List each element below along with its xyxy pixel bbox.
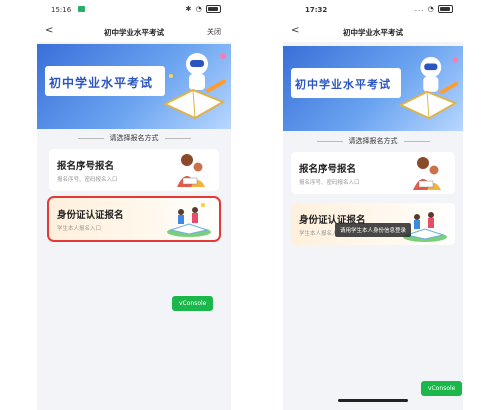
children-reading-icon <box>167 203 211 237</box>
option-subtitle: 学生本人报名入口 <box>57 226 102 232</box>
option-card-serial[interactable]: 报名序号报名 报名序号、密码报名入口 <box>49 149 219 191</box>
wifi-icon: ◔ <box>195 5 203 13</box>
option-title: 报名序号报名 <box>57 161 115 172</box>
mother-child-icon <box>413 157 441 190</box>
robot-book-illustration <box>398 56 459 120</box>
vconsole-button[interactable]: vConsole <box>172 296 214 311</box>
option-title: 报名序号报名 <box>299 164 357 175</box>
wechat-icon <box>78 6 85 12</box>
signal-icon: ... <box>414 5 425 13</box>
right-phone-screen: 17:32 ... ◔ < 初中学业水平考试 初中学业水平考试 请选择报名方式 … <box>283 0 463 410</box>
banner-title: 初中学业水平考试 <box>295 78 391 91</box>
status-time: 17:32 <box>305 6 328 14</box>
section-title: 请选择报名方式 <box>283 136 463 146</box>
battery-icon <box>438 5 453 13</box>
battery-icon <box>206 5 221 13</box>
option-card-serial[interactable]: 报名序号报名 报名序号、密码报名入口 <box>291 152 455 194</box>
page-title: 初中学业水平考试 <box>104 28 164 37</box>
option-title: 身份证认证报名 <box>57 210 124 221</box>
close-button[interactable]: 关闭 <box>207 27 221 37</box>
banner-title: 初中学业水平考试 <box>49 76 154 90</box>
status-icons: ... ◔ <box>415 5 453 13</box>
vconsole-button[interactable]: vConsole <box>421 381 463 396</box>
page-title: 初中学业水平考试 <box>343 28 403 37</box>
left-phone-screen: 15:16 ✱ ◔ < 初中学业水平考试 关闭 初中学业水平考试 请选择报名方式… <box>37 0 231 410</box>
status-time: 15:16 <box>51 6 72 14</box>
option-subtitle: 报名序号、密码报名入口 <box>299 180 360 186</box>
robot-book-illustration <box>162 53 226 120</box>
banner: 初中学业水平考试 <box>37 44 231 129</box>
option-subtitle: 报名序号、密码报名入口 <box>57 177 118 183</box>
status-bar: 15:16 ✱ ◔ <box>37 0 231 22</box>
bluetooth-icon: ✱ <box>185 5 193 13</box>
option-card-idcard[interactable]: 身份证认证报名 学生本人报名入口 <box>47 196 221 242</box>
nav-bar: < 初中学业水平考试 <box>283 22 463 42</box>
status-bar: 17:32 ... ◔ <box>283 0 463 22</box>
wifi-icon: ◔ <box>427 5 435 13</box>
mother-child-icon <box>177 154 205 187</box>
banner: 初中学业水平考试 <box>283 46 463 131</box>
status-icons: ✱ ◔ <box>186 5 221 13</box>
nav-bar: < 初中学业水平考试 关闭 <box>37 22 231 42</box>
toast-message: 请用学生本人身份信息登录 <box>335 223 412 237</box>
home-indicator <box>338 399 408 402</box>
section-title: 请选择报名方式 <box>37 133 231 143</box>
